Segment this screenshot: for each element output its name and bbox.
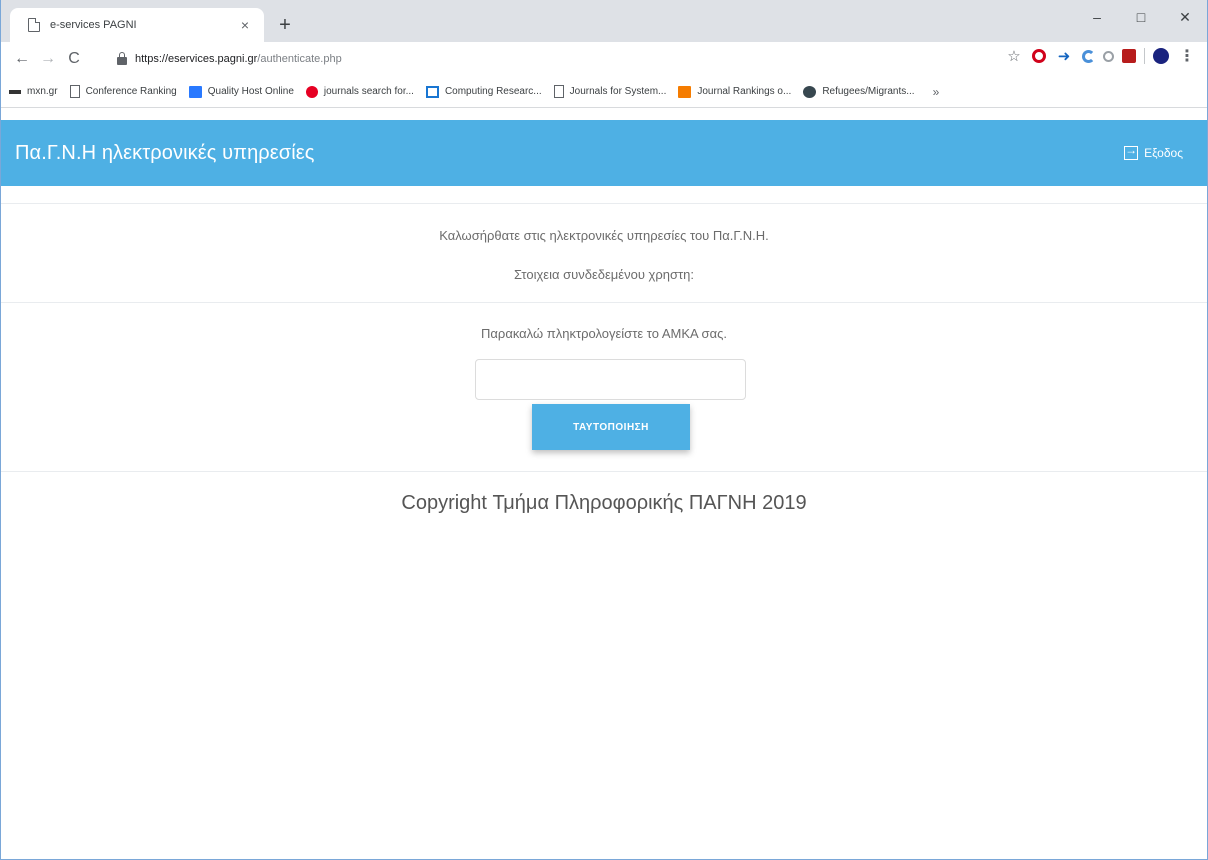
bookmark-label: Refugees/Migrants... — [822, 86, 915, 97]
bookmarks-more-button[interactable]: » — [933, 85, 940, 99]
url-host: https://eservices.pagni.gr — [135, 53, 258, 65]
menu-dots-icon[interactable]: ⋮ — [1177, 46, 1197, 66]
bookmark-label: journals search for... — [323, 86, 414, 97]
bookmark-label: Journal Rankings o... — [697, 86, 792, 97]
journal-rankings-icon — [678, 85, 692, 98]
bookmark-mxn[interactable]: mxn.gr — [9, 86, 58, 97]
page-icon — [69, 85, 80, 98]
new-tab-button[interactable]: + — [273, 14, 297, 38]
welcome-text: Καλωσήρθατε στις ηλεκτρονικές υπηρεσίες … — [439, 228, 769, 243]
bookmark-refugees-migrants[interactable]: Refugees/Migrants... — [803, 85, 915, 98]
lock-icon — [117, 51, 127, 65]
arrow-icon[interactable]: ➜ — [1054, 46, 1074, 66]
window-controls: – □ ✕ — [1075, 0, 1207, 34]
tab-title: e-services PAGNI — [50, 19, 137, 31]
tab-strip: e-services PAGNI × + – □ ✕ — [1, 0, 1207, 42]
bookmark-label: mxn.gr — [27, 86, 58, 97]
bookmark-quality-host[interactable]: Quality Host Online — [188, 85, 294, 98]
bookmark-journals-for-systems[interactable]: Journals for System... — [553, 85, 667, 98]
globe-icon[interactable] — [1153, 48, 1169, 64]
close-window-button[interactable]: ✕ — [1163, 0, 1207, 34]
g-icon[interactable] — [1082, 49, 1095, 63]
bookmark-journal-rankings[interactable]: Journal Rankings o... — [678, 85, 792, 98]
quality-host-icon — [188, 85, 202, 98]
logout-label: Εξοδος — [1144, 146, 1183, 160]
computing-research-icon — [425, 85, 439, 98]
tab-eservices[interactable]: e-services PAGNI × — [10, 8, 264, 42]
amka-input[interactable] — [475, 359, 746, 400]
mxn-icon — [9, 89, 21, 94]
circle-icon[interactable] — [1103, 50, 1114, 62]
app-title: Πα.Γ.Ν.Η ηλεκτρονικές υπηρεσίες — [15, 141, 315, 164]
divider — [1, 203, 1207, 204]
bookmarks-bar: mxn.gr Conference Ranking Quality Host O… — [1, 76, 1207, 108]
bookmark-conference-ranking[interactable]: Conference Ranking — [69, 85, 177, 98]
app-header: Πα.Γ.Ν.Η ηλεκτρονικές υπηρεσίες Εξοδος — [1, 120, 1207, 186]
bookmark-label: Quality Host Online — [207, 86, 294, 97]
toolbar-separator — [1144, 48, 1145, 64]
bookmark-label: Conference Ranking — [85, 86, 177, 97]
extensions-area: ☆ ➜ ⋮ — [1004, 46, 1197, 66]
page-icon — [553, 85, 564, 98]
bookmark-label: Computing Researc... — [444, 86, 542, 97]
url-path: /authenticate.php — [257, 53, 342, 65]
divider — [1, 302, 1207, 303]
browser-window: e-services PAGNI × + – □ ✕ ← → C https:/… — [0, 0, 1208, 860]
bookmark-journals-search[interactable]: journals search for... — [305, 85, 414, 98]
browser-toolbar: ← → C https://eservices.pagni.gr/authent… — [1, 42, 1207, 76]
forward-button[interactable]: → — [35, 46, 61, 72]
authenticate-button[interactable]: ΤΑΥΤΟΠΟΙΗΣΗ — [532, 404, 690, 450]
maximize-button[interactable]: □ — [1119, 0, 1163, 34]
pinterest-icon — [305, 85, 318, 98]
opera-icon[interactable] — [1032, 49, 1046, 63]
url-text: https://eservices.pagni.gr/authenticate.… — [135, 53, 342, 65]
amka-prompt: Παρακαλώ πληκτρολογείστε το ΑΜΚΑ σας. — [481, 326, 727, 341]
reload-button[interactable]: C — [61, 46, 87, 72]
un-icon — [803, 85, 817, 98]
red-box-icon[interactable] — [1122, 49, 1136, 63]
back-button[interactable]: ← — [9, 46, 35, 72]
address-bar[interactable]: https://eservices.pagni.gr/authenticate.… — [117, 47, 947, 71]
copyright-text: Copyright Τμήμα Πληροφορικής ΠΑΓΝΗ 2019 — [401, 492, 807, 514]
logout-icon — [1124, 143, 1139, 160]
page-icon — [28, 18, 40, 32]
user-info-text: Στοιχεια συνδεδεμένου χρηστη: — [513, 267, 694, 282]
bookmark-computing-research[interactable]: Computing Researc... — [425, 85, 542, 98]
logout-button[interactable]: Εξοδος — [1124, 143, 1183, 160]
star-icon[interactable]: ☆ — [1004, 46, 1024, 66]
divider — [1, 471, 1207, 472]
bookmark-label: Journals for System... — [569, 86, 667, 97]
tab-close-button[interactable]: × — [236, 17, 254, 33]
minimize-button[interactable]: – — [1075, 0, 1119, 34]
